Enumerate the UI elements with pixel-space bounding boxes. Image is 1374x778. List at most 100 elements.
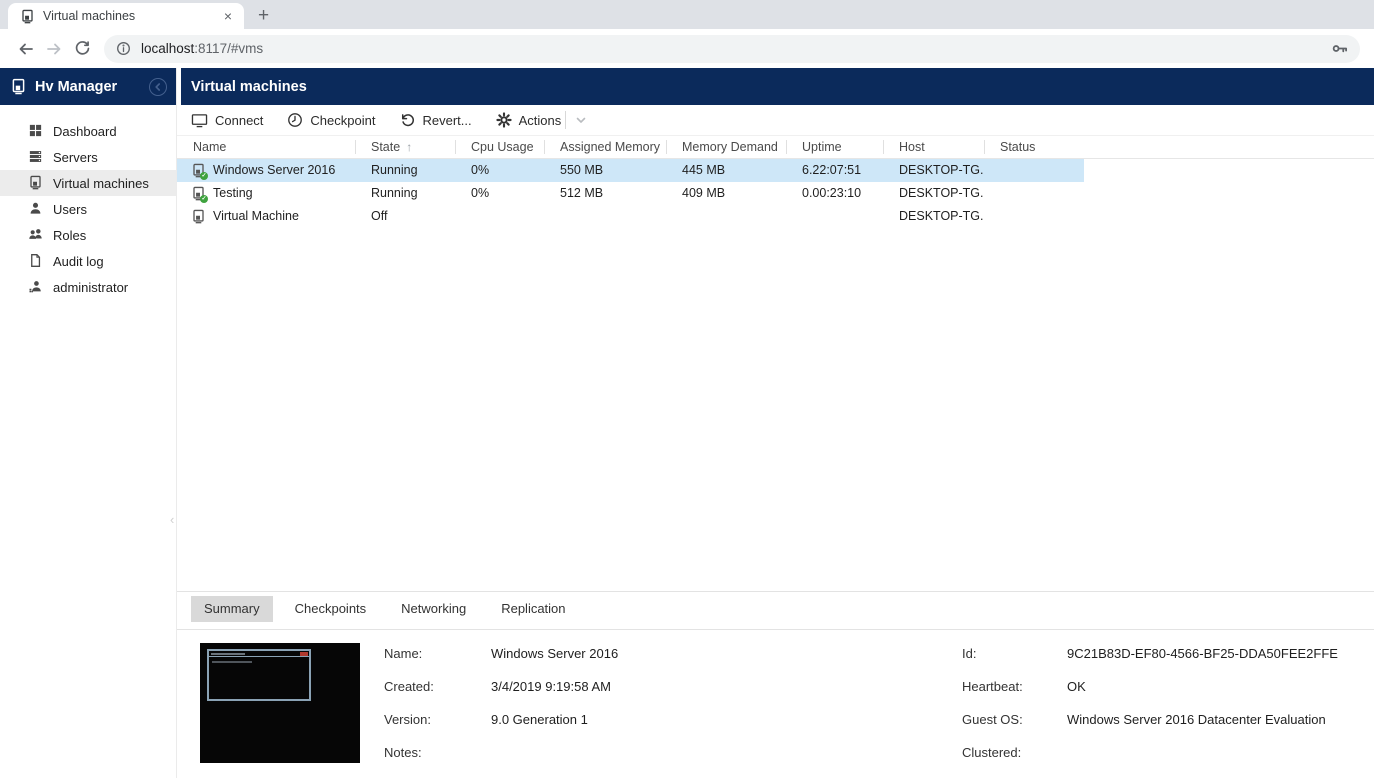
back-icon[interactable] (12, 35, 40, 63)
app-title: Hv Manager (35, 79, 149, 95)
summary-fields-left: Name: Windows Server 2016 Created: 3/4/2… (384, 644, 618, 762)
vm-memory-demand (666, 205, 786, 228)
browser-toolbar: localhost:8117/#vms (0, 29, 1374, 68)
column-header-host[interactable]: Host (883, 136, 984, 158)
vm-screen-thumbnail[interactable] (200, 643, 360, 763)
field-heartbeat: Heartbeat: OK (962, 677, 1338, 696)
browser-tab[interactable]: Virtual machines × (8, 3, 244, 29)
site-info-icon[interactable] (116, 41, 131, 56)
vm-table-header: Name State↑ Cpu Usage Assigned Memory Me… (177, 135, 1374, 159)
new-tab-button[interactable]: + (258, 6, 269, 26)
checkpoint-button[interactable]: Checkpoint (287, 112, 375, 128)
url-text[interactable]: localhost:8117/#vms (141, 41, 263, 56)
vm-host: DESKTOP-TG... (883, 159, 984, 182)
vm-icon (191, 209, 206, 224)
running-badge-icon: ✓ (200, 172, 208, 180)
tab-networking[interactable]: Networking (388, 596, 479, 622)
refresh-icon[interactable] (68, 35, 96, 63)
sort-ascending-icon: ↑ (406, 140, 412, 154)
tab-checkpoints[interactable]: Checkpoints (282, 596, 380, 622)
sidebar-item-administrator[interactable]: administrator (0, 274, 176, 300)
vm-uptime: 0.00:23:10 (786, 182, 883, 205)
running-badge-icon: ✓ (200, 195, 208, 203)
sidebar-item-label: Dashboard (53, 124, 117, 139)
tab-summary[interactable]: Summary (191, 596, 273, 622)
vm-name: Windows Server 2016 (213, 159, 335, 182)
vm-table-row[interactable]: Virtual Machine Off DESKTOP-TG... (177, 205, 1084, 228)
column-header-assigned-memory[interactable]: Assigned Memory (544, 136, 666, 158)
column-header-name[interactable]: Name (177, 136, 355, 158)
detail-panel: Summary Checkpoints Networking Replicati… (177, 591, 1374, 778)
actions-button[interactable]: Actions (496, 112, 562, 128)
sidebar-item-label: Servers (53, 150, 98, 165)
sidebar-item-label: Users (53, 202, 87, 217)
forward-icon[interactable] (40, 35, 68, 63)
address-bar[interactable]: localhost:8117/#vms (104, 35, 1360, 63)
revert-undo-icon (399, 112, 415, 128)
sidebar-item-audit-log[interactable]: Audit log (0, 248, 176, 274)
vm-icon: ✓ (191, 163, 206, 178)
vm-cpu: 0% (455, 159, 544, 182)
page-header: Virtual machines (181, 68, 1374, 105)
sidebar: Hv Manager Dashboard Servers (0, 68, 177, 778)
field-created: Created: 3/4/2019 9:19:58 AM (384, 677, 618, 696)
user-icon (28, 201, 44, 217)
field-version: Version: 9.0 Generation 1 (384, 710, 618, 729)
vm-status (984, 205, 1084, 228)
column-header-status[interactable]: Status (984, 136, 1084, 158)
vm-memory-demand: 445 MB (666, 159, 786, 182)
sidebar-item-servers[interactable]: Servers (0, 144, 176, 170)
summary-content: Name: Windows Server 2016 Created: 3/4/2… (177, 630, 1374, 778)
app-logo-vm-icon (10, 78, 27, 95)
column-header-memory-demand[interactable]: Memory Demand (666, 136, 786, 158)
vm-cpu (455, 205, 544, 228)
vm-memory-demand: 409 MB (666, 182, 786, 205)
vm-status (984, 182, 1084, 205)
actions-dropdown-chevron-icon[interactable] (575, 114, 587, 126)
vm-assigned-memory (544, 205, 666, 228)
sidebar-item-label: Audit log (53, 254, 104, 269)
vm-status (984, 159, 1084, 182)
sidebar-collapse-button[interactable] (149, 78, 167, 96)
column-header-cpu-usage[interactable]: Cpu Usage (455, 136, 544, 158)
toolbar-separator (565, 111, 566, 129)
vm-actions-toolbar: Connect Checkpoint Revert... Actions (177, 105, 1374, 135)
column-header-uptime[interactable]: Uptime (786, 136, 883, 158)
field-id: Id: 9C21B83D-EF80-4566-BF25-DDA50FEE2FFE (962, 644, 1338, 663)
field-clustered: Clustered: (962, 743, 1338, 762)
sidebar-item-virtual-machines[interactable]: Virtual machines (0, 170, 176, 196)
app-window: Hv Manager Dashboard Servers (0, 68, 1374, 778)
tab-replication[interactable]: Replication (488, 596, 578, 622)
vm-state: Running (355, 182, 455, 205)
tab-close-icon[interactable]: × (220, 8, 236, 24)
vm-assigned-memory: 550 MB (544, 159, 666, 182)
vm-uptime (786, 205, 883, 228)
password-key-icon[interactable] (1331, 40, 1348, 57)
browser-tab-bar: Virtual machines × + (0, 0, 1374, 29)
sidebar-resize-handle-chevron[interactable]: ‹ (170, 512, 174, 527)
preview-close-icon (300, 652, 308, 656)
field-name: Name: Windows Server 2016 (384, 644, 618, 663)
sidebar-nav: Dashboard Servers Virtual machines Users (0, 105, 176, 300)
checkpoint-clock-icon (287, 112, 303, 128)
sidebar-item-dashboard[interactable]: Dashboard (0, 118, 176, 144)
vm-uptime: 6.22:07:51 (786, 159, 883, 182)
vm-table-row[interactable]: ✓ Testing Running 0% 512 MB 409 MB 0.00:… (177, 182, 1084, 205)
revert-button[interactable]: Revert... (399, 112, 471, 128)
connect-button[interactable]: Connect (191, 113, 263, 128)
field-guest-os: Guest OS: Windows Server 2016 Datacenter… (962, 710, 1338, 729)
sidebar-item-label: administrator (53, 280, 128, 295)
vm-state: Off (355, 205, 455, 228)
sidebar-item-users[interactable]: Users (0, 196, 176, 222)
sidebar-item-roles[interactable]: Roles (0, 222, 176, 248)
main-panel: Virtual machines Connect Checkpoint Re (177, 68, 1374, 778)
administrator-icon (28, 279, 44, 295)
sidebar-item-label: Roles (53, 228, 86, 243)
column-header-state[interactable]: State↑ (355, 136, 455, 158)
vm-cpu: 0% (455, 182, 544, 205)
vm-name: Testing (213, 182, 253, 205)
summary-fields-right: Id: 9C21B83D-EF80-4566-BF25-DDA50FEE2FFE… (962, 644, 1338, 762)
console-window-preview (207, 649, 311, 701)
vm-table-row[interactable]: ✓ Windows Server 2016 Running 0% 550 MB … (177, 159, 1084, 182)
vm-name: Virtual Machine (213, 205, 299, 228)
